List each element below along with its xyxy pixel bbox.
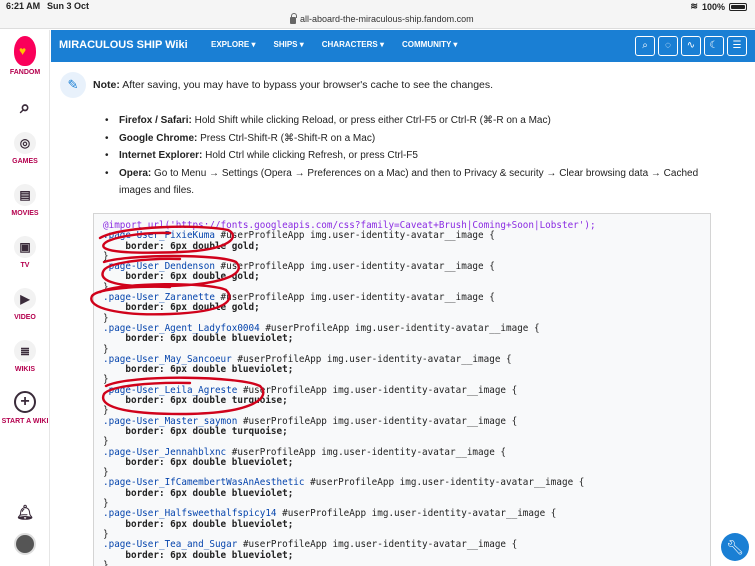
- rail-item-label: VIDEO: [14, 314, 36, 321]
- list-item: Firefox / Safari: Hold Shift while click…: [105, 112, 699, 130]
- status-right: ≋ 100%: [690, 1, 747, 12]
- url-text: all-aboard-the-miraculous-ship.fandom.co…: [300, 14, 474, 24]
- rail-item-movies[interactable]: ▤ MOVIES: [0, 184, 50, 217]
- note-label: Note:: [93, 79, 120, 91]
- browser-name: Google Chrome:: [119, 132, 198, 144]
- list-item: Internet Explorer: Hold Ctrl while click…: [105, 147, 699, 165]
- code-rules: .page-User_PixieKuma #userProfileApp img…: [103, 230, 585, 566]
- wiki-header: MIRACULOUS SHIP Wiki EXPLORE SHIPS CHARA…: [51, 30, 755, 62]
- browser-url-bar[interactable]: all-aboard-the-miraculous-ship.fandom.co…: [0, 12, 755, 29]
- cache-note: Note: After saving, you may have to bypa…: [93, 79, 493, 91]
- avatar: [14, 533, 36, 555]
- wifi-icon: ≋: [690, 1, 698, 11]
- theme-toggle-icon[interactable]: ☾: [704, 36, 724, 56]
- pencil-icon: ✎: [60, 72, 86, 98]
- code-declaration: border: 6px double turquoise;: [125, 425, 288, 437]
- code-selector-rest: #userProfileApp img.user-identity-avatar…: [304, 477, 585, 489]
- list-item: Google Chrome: Press Ctrl-Shift-R (⌘-Shi…: [105, 130, 699, 148]
- nav-ships[interactable]: SHIPS: [273, 40, 303, 49]
- browser-text: Go to Menu → Settings (Opera → Preferenc…: [119, 167, 699, 197]
- rail-item-label: GAMES: [12, 158, 38, 165]
- user-menu-button[interactable]: [0, 533, 50, 555]
- rail-item-start-wiki[interactable]: + START A WIKI: [0, 391, 50, 426]
- note-text: After saving, you may have to bypass you…: [122, 79, 494, 91]
- battery-icon: [729, 2, 747, 11]
- rail-item-video[interactable]: ▶ VIDEO: [0, 288, 50, 321]
- bell-icon: 🔔︎: [16, 504, 34, 520]
- lock-icon: [290, 12, 297, 24]
- browser-instructions: Firefox / Safari: Hold Shift while click…: [105, 112, 699, 200]
- code-declaration: border: 6px double blueviolet;: [125, 364, 294, 376]
- status-time: 6:21 AM: [6, 1, 41, 11]
- nav-community[interactable]: COMMUNITY: [402, 40, 457, 49]
- css-code-block[interactable]: @import url('https://fonts.googleapis.co…: [93, 213, 711, 566]
- browser-text: Hold Ctrl while clicking Refresh, or pre…: [205, 150, 418, 161]
- list-item: Opera: Go to Menu → Settings (Opera → Pr…: [105, 165, 699, 200]
- rail-item-label: TV: [20, 262, 30, 269]
- rail-item-tv[interactable]: ▣ TV: [0, 236, 50, 269]
- rail-item-label: START A WIKI: [1, 418, 49, 425]
- rail-item-label: MOVIES: [11, 210, 39, 217]
- status-bar: 6:21 AM Sun 3 Oct ≋ 100%: [0, 0, 755, 12]
- nav-characters[interactable]: CHARACTERS: [322, 40, 384, 49]
- browser-name: Internet Explorer:: [119, 150, 203, 161]
- wiki-tools: ⌕ ◌ ∿ ☾ ☰: [635, 36, 747, 56]
- activity-icon[interactable]: ∿: [681, 36, 701, 56]
- browser-name: Opera:: [119, 167, 152, 179]
- book-icon: ≣: [14, 340, 36, 362]
- page-content: ✎ Note: After saving, you may have to by…: [51, 62, 755, 566]
- fandom-global-nav: FANDOM ⌕ ◎ GAMES ▤ MOVIES ▣ TV ▶ VIDEO ≣…: [0, 30, 50, 566]
- nav-explore[interactable]: EXPLORE: [211, 40, 255, 49]
- code-declaration: border: 6px double gold;: [125, 302, 260, 314]
- menu-icon[interactable]: ☰: [727, 36, 747, 56]
- code-declaration: border: 6px double blueviolet;: [125, 456, 294, 468]
- code-declaration: border: 6px double gold;: [125, 240, 260, 252]
- fandom-logo-icon: [14, 36, 36, 66]
- notifications-button[interactable]: 🔔︎: [0, 504, 50, 521]
- browser-text: Hold Shift while clicking Reload, or pre…: [194, 115, 551, 126]
- code-declaration: border: 6px double gold;: [125, 271, 260, 283]
- code-declaration: border: 6px double blueviolet;: [125, 549, 294, 561]
- video-icon: ▶: [14, 288, 36, 310]
- fandom-home-link[interactable]: FANDOM: [0, 36, 50, 76]
- tv-icon: ▣: [14, 236, 36, 258]
- code-declaration: border: 6px double blueviolet;: [125, 333, 294, 345]
- url-display[interactable]: all-aboard-the-miraculous-ship.fandom.co…: [290, 12, 474, 24]
- rail-item-search[interactable]: ⌕: [0, 96, 50, 122]
- search-icon[interactable]: ⌕: [635, 36, 655, 56]
- code-selector-rest: #userProfileApp img.user-identity-avatar…: [276, 508, 557, 520]
- rail-item-wikis[interactable]: ≣ WIKIS: [0, 340, 50, 373]
- status-date: Sun 3 Oct: [47, 1, 90, 11]
- battery-percent: 100%: [701, 1, 725, 12]
- wiki-nav: EXPLORE SHIPS CHARACTERS COMMUNITY: [211, 40, 457, 49]
- browser-text: Press Ctrl-Shift-R (⌘-Shift-R on a Mac): [200, 132, 376, 144]
- code-selector-rest: #userProfileApp img.user-identity-avatar…: [259, 322, 540, 334]
- rail-item-games[interactable]: ◎ GAMES: [0, 132, 50, 165]
- film-icon: ▤: [14, 184, 36, 206]
- code-declaration: border: 6px double blueviolet;: [125, 487, 294, 499]
- browser-name: Firefox / Safari:: [119, 115, 192, 126]
- code-declaration: border: 6px double turquoise;: [125, 395, 288, 407]
- discussions-icon[interactable]: ◌: [658, 36, 678, 56]
- gamepad-icon: ◎: [14, 132, 36, 154]
- wiki-name[interactable]: MIRACULOUS SHIP Wiki: [59, 39, 188, 51]
- code-declaration: border: 6px double blueviolet;: [125, 518, 294, 530]
- wrench-icon-button[interactable]: 🔧︎: [721, 533, 749, 561]
- plus-icon: +: [14, 391, 36, 413]
- fandom-logo-label: FANDOM: [9, 69, 41, 76]
- search-icon: ⌕: [19, 97, 31, 117]
- rail-item-label: WIKIS: [14, 366, 36, 373]
